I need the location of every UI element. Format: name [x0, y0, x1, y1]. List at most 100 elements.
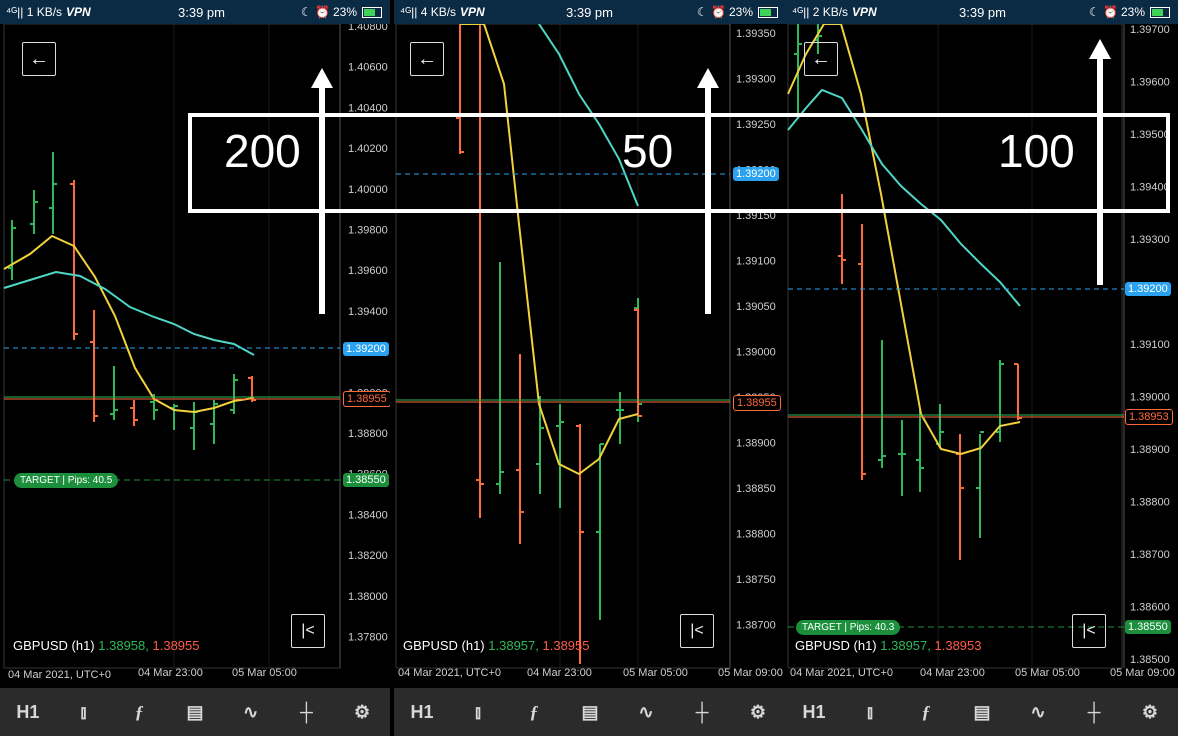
clock-time: 3:39 pm [959, 5, 1006, 20]
bottom-toolbar: H1 ⫾ ƒ ▤ ∿ ┼ ⚙ [394, 688, 786, 736]
symbol-name: GBPUSD (h1) [795, 638, 877, 653]
status-right: ☾ ⏰ 23% [1089, 5, 1170, 19]
price-tag-orange: 1.38955 [343, 391, 390, 407]
battery-percent: 23% [332, 5, 357, 19]
y-axis-label: 1.38850 [736, 483, 776, 495]
y-axis-label: 1.39600 [348, 265, 388, 277]
reset-view-button[interactable]: |< [291, 614, 325, 648]
status-right: ☾ ⏰ 23% [301, 5, 382, 19]
status-left: ⁴ᴳ|| 2 KB/s VPN [792, 5, 877, 19]
arrow-left-icon: ← [811, 47, 831, 70]
x-axis-label: 05 Mar 05:00 [232, 667, 297, 679]
network-speed: 2 KB/s [812, 5, 849, 19]
draw-icon[interactable]: ∿ [1018, 702, 1058, 723]
back-button[interactable]: ← [22, 42, 56, 76]
bid-price: 1.38957, [488, 638, 539, 653]
draw-icon[interactable]: ∿ [231, 702, 271, 723]
annotation-number-200: 200 [224, 125, 301, 177]
annotation-number-100: 100 [998, 125, 1075, 177]
reset-view-button[interactable]: |< [1072, 614, 1106, 648]
candlestick-icon[interactable]: ⫾ [64, 702, 104, 723]
status-bar: ⁴ᴳ|| 1 KB/s VPN 3:39 pm ☾ ⏰ 23% [0, 0, 390, 24]
back-button[interactable]: ← [804, 42, 838, 76]
clock-time: 3:39 pm [178, 5, 225, 20]
add-indicator-icon[interactable]: ▤ [570, 702, 610, 723]
clock-time: 3:39 pm [566, 5, 613, 20]
add-indicator-icon[interactable]: ▤ [962, 702, 1002, 723]
scroll-to-latest-icon: |< [690, 622, 704, 639]
y-axis-label: 1.38800 [736, 529, 776, 541]
bottom-toolbar: H1 ⫾ ƒ ▤ ∿ ┼ ⚙ [786, 688, 1178, 736]
scroll-to-latest-icon: |< [301, 622, 315, 639]
battery-icon [758, 6, 778, 18]
candlestick-icon[interactable]: ⫾ [850, 702, 890, 723]
up-arrow-annotation [311, 68, 333, 314]
y-axis-label: 1.40600 [348, 62, 388, 74]
y-axis-label: 1.39100 [736, 256, 776, 268]
symbol-quote: GBPUSD (h1) 1.38957, 1.38955 [403, 638, 590, 653]
crosshair-icon[interactable]: ┼ [286, 702, 326, 723]
symbol-quote: GBPUSD (h1) 1.38958, 1.38955 [13, 638, 200, 653]
battery-percent: 23% [1120, 5, 1145, 19]
symbol-name: GBPUSD (h1) [13, 638, 95, 653]
crosshair-icon[interactable]: ┼ [682, 702, 722, 723]
chart-panel-1: ⁴ᴳ|| 1 KB/s VPN 3:39 pm ☾ ⏰ 23% 1.40800 1.… [0, 0, 390, 736]
y-axis-label: 1.38500 [1130, 654, 1170, 666]
scroll-to-latest-icon: |< [1082, 622, 1096, 639]
settings-icon[interactable]: ⚙ [738, 702, 778, 723]
price-tag-blue: 1.39200 [343, 342, 389, 356]
timeframe-button[interactable]: H1 [794, 702, 834, 723]
x-axis-label: 04 Mar 2021, UTC+0 [790, 667, 893, 679]
network-speed: 1 KB/s [26, 5, 63, 19]
function-icon[interactable]: ƒ [119, 702, 159, 723]
network-speed: 4 KB/s [420, 5, 457, 19]
status-bar: ⁴ᴳ|| 2 KB/s VPN 3:39 pm ☾ ⏰ 23% [786, 0, 1178, 24]
battery-icon [362, 6, 382, 18]
price-tag-green: 1.38550 [1125, 620, 1171, 634]
status-right: ☾ ⏰ 23% [697, 5, 778, 19]
x-axis-label: 05 Mar 05:00 [1015, 667, 1080, 679]
battery-icon [1150, 6, 1170, 18]
reset-view-button[interactable]: |< [680, 614, 714, 648]
y-axis-label: 1.38700 [736, 620, 776, 632]
candlestick-icon[interactable]: ⫾ [458, 702, 498, 723]
target-label[interactable]: TARGET | Pips: 40.5 [14, 473, 119, 488]
symbol-quote: GBPUSD (h1) 1.38957, 1.38953 [795, 638, 982, 653]
battery-percent: 23% [728, 5, 753, 19]
chart-panel-3: ⁴ᴳ|| 2 KB/s VPN 3:39 pm ☾ ⏰ 23% 1.39700 1.… [786, 0, 1178, 736]
settings-icon[interactable]: ⚙ [1130, 702, 1170, 723]
bottom-toolbar: H1 ⫾ ƒ ▤ ∿ ┼ ⚙ [0, 688, 390, 736]
x-axis-label: 04 Mar 23:00 [527, 667, 592, 679]
y-axis-label: 1.39050 [736, 301, 776, 313]
draw-icon[interactable]: ∿ [626, 702, 666, 723]
function-icon[interactable]: ƒ [906, 702, 946, 723]
vpn-label: VPN [460, 5, 485, 19]
ask-price: 1.38953 [934, 638, 982, 653]
y-axis-label: 1.38800 [1130, 497, 1170, 509]
y-axis-label: 1.39000 [736, 347, 776, 359]
status-bar: ⁴ᴳ|| 4 KB/s VPN 3:39 pm ☾ ⏰ 23% [394, 0, 786, 24]
crosshair-icon[interactable]: ┼ [1074, 702, 1114, 723]
settings-icon[interactable]: ⚙ [342, 702, 382, 723]
back-button[interactable]: ← [410, 42, 444, 76]
up-arrow-annotation [697, 68, 719, 314]
x-axis-label: 05 Mar 09:00 [1110, 667, 1175, 679]
x-axis-label: 04 Mar 2021, UTC+0 [8, 669, 111, 681]
annotation-number-50: 50 [622, 125, 674, 177]
function-icon[interactable]: ƒ [514, 702, 554, 723]
y-axis-label: 1.38800 [348, 428, 388, 440]
timeframe-button[interactable]: H1 [8, 702, 48, 723]
add-indicator-icon[interactable]: ▤ [175, 702, 215, 723]
y-axis-label: 1.38200 [348, 550, 388, 562]
ask-price: 1.38955 [542, 638, 590, 653]
timeframe-button[interactable]: H1 [402, 702, 442, 723]
y-axis-label: 1.38000 [348, 591, 388, 603]
target-label[interactable]: TARGET | Pips: 40.3 [796, 620, 901, 635]
y-axis-label: 1.39800 [348, 225, 388, 237]
chart-panel-2: ⁴ᴳ|| 4 KB/s VPN 3:39 pm ☾ ⏰ 23% 1.39350 1.… [394, 0, 786, 736]
y-axis-label: 1.39350 [736, 28, 776, 40]
price-tag-blue: 1.39200 [1125, 282, 1171, 296]
y-axis-label: 1.38750 [736, 574, 776, 586]
y-axis-label: 1.39700 [1130, 24, 1170, 36]
y-axis-label: 1.38900 [736, 438, 776, 450]
